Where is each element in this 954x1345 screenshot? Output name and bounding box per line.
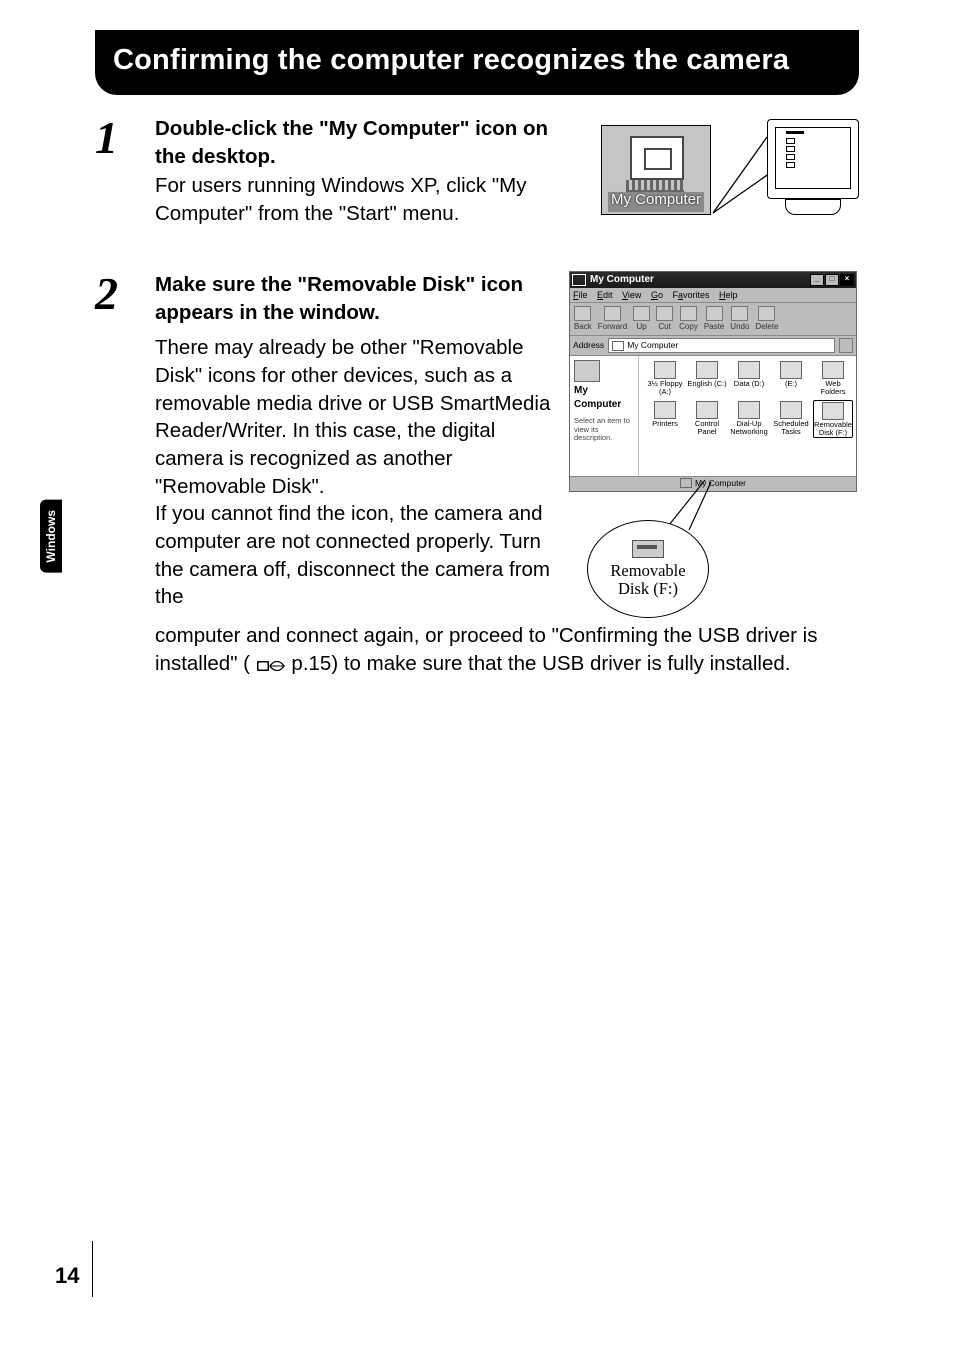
window-min-button[interactable]: _ bbox=[810, 274, 824, 286]
explorer-title-text: My Computer bbox=[590, 273, 654, 287]
drive-d[interactable]: Data (D:) bbox=[729, 360, 769, 398]
printer-icon bbox=[654, 401, 676, 419]
dialup-icon bbox=[738, 401, 760, 419]
removable-icon bbox=[822, 402, 844, 420]
schedule-icon bbox=[780, 401, 802, 419]
my-computer-desktop-icon: My Computer bbox=[601, 125, 711, 215]
step-2-para2c: p.15) to make sure that the USB driver i… bbox=[291, 652, 790, 675]
toolbar-paste[interactable]: Paste bbox=[704, 306, 724, 333]
drive-floppy[interactable]: 3½ Floppy (A:) bbox=[645, 360, 685, 398]
explorer-window: My Computer _ □ × FFileile Edit Vi bbox=[569, 271, 857, 492]
scheduled-tasks[interactable]: Scheduled Tasks bbox=[771, 400, 811, 438]
menu-file[interactable]: FFileile bbox=[573, 290, 588, 300]
web-folders[interactable]: Web Folders bbox=[813, 360, 853, 398]
explorer-left-pane: My Computer Select an item to view its d… bbox=[570, 356, 639, 476]
page-number: 14 bbox=[55, 1263, 79, 1289]
toolbar-forward[interactable]: Forward bbox=[598, 306, 627, 333]
step-2-para2a: If you cannot find the icon, the camera … bbox=[155, 502, 550, 608]
toolbar-copy[interactable]: Copy bbox=[679, 306, 698, 333]
monitor-illustration bbox=[767, 119, 859, 219]
removable-disk-callout: Removable Disk (F:) bbox=[587, 520, 709, 618]
address-field[interactable]: My Computer bbox=[608, 338, 835, 353]
globe-icon bbox=[822, 361, 844, 379]
menu-go[interactable]: Go bbox=[651, 290, 663, 300]
printers-folder[interactable]: Printers bbox=[645, 400, 685, 438]
address-icon bbox=[612, 341, 624, 351]
page-number-rule bbox=[92, 1241, 93, 1297]
menu-favorites[interactable]: Favorites bbox=[673, 290, 710, 300]
menu-view[interactable]: View bbox=[622, 290, 641, 300]
step-2-para1: There may already be other "Removable Di… bbox=[155, 336, 550, 497]
left-pane-title1: My bbox=[574, 384, 634, 398]
toolbar-undo[interactable]: Undo bbox=[730, 306, 749, 333]
step-1-body: For users running Windows XP, click "My … bbox=[155, 174, 526, 225]
callout-arrow-icon bbox=[711, 133, 775, 221]
side-tab-windows: Windows bbox=[40, 500, 62, 573]
status-text: My Computer bbox=[695, 478, 746, 489]
callout-wrap: Removable Disk (F:) bbox=[569, 500, 859, 620]
explorer-sysmenu-icon bbox=[572, 274, 586, 286]
explorer-statusbar: My Computer bbox=[570, 476, 856, 490]
cpanel-icon bbox=[696, 401, 718, 419]
removable-disk-f[interactable]: Removable Disk (F:) bbox=[813, 400, 853, 438]
window-max-button[interactable]: □ bbox=[825, 274, 839, 286]
window-close-button[interactable]: × bbox=[840, 274, 854, 286]
explorer-menubar[interactable]: FFileile Edit View Go Favorites Help bbox=[570, 288, 856, 303]
step-2-illustration: My Computer _ □ × FFileile Edit Vi bbox=[569, 271, 859, 620]
toolbar-cut[interactable]: Cut bbox=[656, 306, 673, 333]
step-1-headline: Double-click the "My Computer" icon on t… bbox=[155, 115, 567, 170]
step-1-number: 1 bbox=[95, 115, 141, 235]
left-pane-title2: Computer bbox=[574, 398, 634, 412]
address-value: My Computer bbox=[627, 340, 678, 351]
explorer-titlebar: My Computer _ □ × bbox=[570, 272, 856, 288]
step-2-headline: Make sure the "Removable Disk" icon appe… bbox=[155, 271, 553, 326]
explorer-toolbar: Back Forward Up Cut Copy Paste Undo Dele… bbox=[570, 303, 856, 337]
left-pane-computer-icon bbox=[574, 360, 600, 382]
toolbar-delete[interactable]: Delete bbox=[755, 306, 778, 333]
step-1-illustration: My Computer bbox=[583, 115, 859, 235]
section-title-bar: Confirming the computer recognizes the c… bbox=[95, 30, 859, 95]
left-pane-desc: Select an item to view its description. bbox=[574, 417, 634, 442]
my-computer-icon-label: My Computer bbox=[602, 190, 710, 210]
floppy-icon bbox=[654, 361, 676, 379]
callout-line2: Disk (F:) bbox=[618, 580, 678, 598]
explorer-items-grid: 3½ Floppy (A:) English (C:) Data (D:) (E… bbox=[639, 356, 856, 476]
section-title: Confirming the computer recognizes the c… bbox=[113, 44, 841, 77]
address-label: Address bbox=[573, 340, 604, 351]
address-dropdown[interactable] bbox=[839, 338, 853, 353]
menu-edit[interactable]: Edit bbox=[597, 290, 613, 300]
drive-c[interactable]: English (C:) bbox=[687, 360, 727, 398]
cd-icon bbox=[780, 361, 802, 379]
drive-e[interactable]: (E:) bbox=[771, 360, 811, 398]
step-1: 1 Double-click the "My Computer" icon on… bbox=[95, 115, 859, 235]
toolbar-back[interactable]: Back bbox=[574, 306, 592, 333]
step-2-number: 2 bbox=[95, 271, 141, 677]
toolbar-up[interactable]: Up bbox=[633, 306, 650, 333]
removable-disk-icon bbox=[632, 540, 664, 558]
control-panel[interactable]: Control Panel bbox=[687, 400, 727, 438]
drive-icon bbox=[696, 361, 718, 379]
page-reference-icon bbox=[256, 655, 286, 673]
dialup-networking[interactable]: Dial-Up Networking bbox=[729, 400, 769, 438]
status-icon bbox=[680, 478, 692, 488]
drive-icon bbox=[738, 361, 760, 379]
menu-help[interactable]: Help bbox=[719, 290, 738, 300]
callout-line1: Removable bbox=[610, 562, 685, 580]
explorer-addressbar: Address My Computer bbox=[570, 336, 856, 356]
step-2: 2 Make sure the "Removable Disk" icon ap… bbox=[95, 271, 859, 677]
